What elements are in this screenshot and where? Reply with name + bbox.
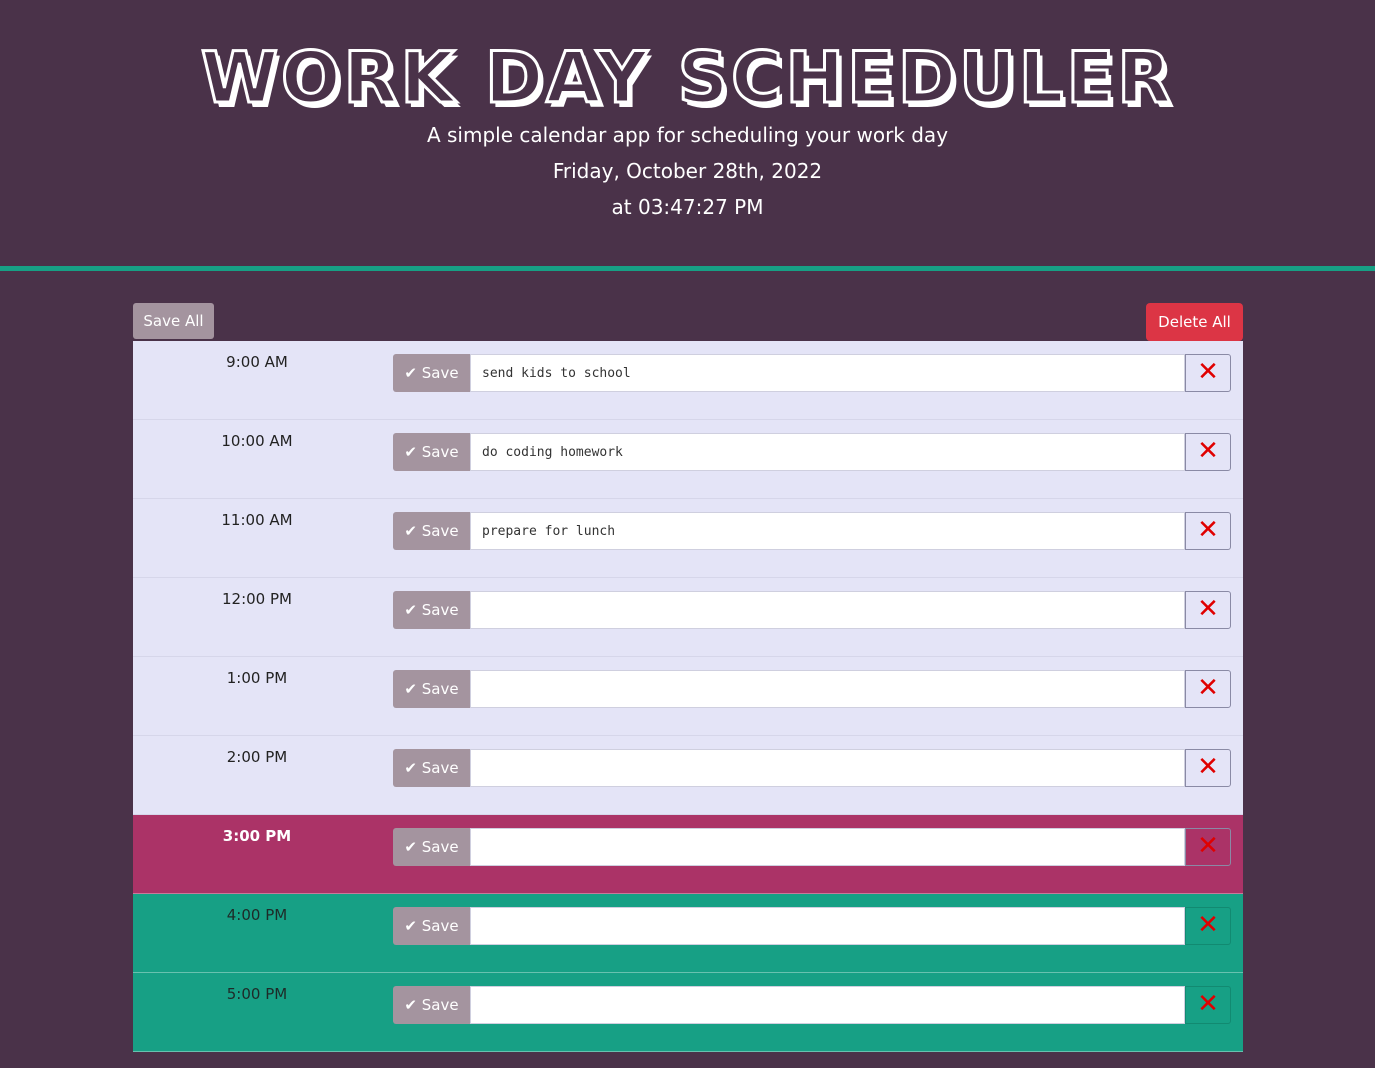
time-block-row: 5:00 PM ✔ Save ✕: [133, 973, 1243, 1052]
page-title: WORK DAY SCHEDULER: [0, 36, 1375, 121]
hour-label: 12:00 PM: [222, 590, 292, 608]
save-button[interactable]: ✔ Save: [393, 907, 470, 945]
hour-label: 1:00 PM: [226, 669, 288, 687]
time-block-row: 9:00 AM ✔ Save ✕: [133, 341, 1243, 420]
time-block-row: 10:00 AM ✔ Save ✕: [133, 420, 1243, 499]
delete-icon[interactable]: ✕: [1185, 433, 1231, 471]
page-header: WORK DAY SCHEDULER A simple calendar app…: [0, 0, 1375, 271]
task-input[interactable]: [470, 591, 1185, 629]
delete-icon[interactable]: ✕: [1185, 828, 1231, 866]
delete-icon[interactable]: ✕: [1185, 591, 1231, 629]
hour-label: 9:00 AM: [226, 353, 288, 371]
delete-all-button[interactable]: Delete All: [1146, 303, 1243, 341]
time-block-row: 4:00 PM ✔ Save ✕: [133, 894, 1243, 973]
delete-icon[interactable]: ✕: [1185, 512, 1231, 550]
save-button[interactable]: ✔ Save: [393, 512, 470, 550]
time-block-row: 11:00 AM ✔ Save ✕: [133, 499, 1243, 578]
hour-label: 3:00 PM: [222, 827, 292, 845]
task-input[interactable]: [470, 986, 1185, 1024]
hour-label: 11:00 AM: [221, 511, 293, 529]
current-time: at 03:47:27 PM: [611, 195, 764, 219]
task-input[interactable]: [470, 433, 1185, 471]
save-all-button[interactable]: Save All: [133, 303, 214, 339]
hour-label: 5:00 PM: [226, 985, 288, 1003]
delete-icon[interactable]: ✕: [1185, 986, 1231, 1024]
save-button[interactable]: ✔ Save: [393, 433, 470, 471]
task-input[interactable]: [470, 512, 1185, 550]
task-input[interactable]: [470, 907, 1185, 945]
time-block-row: 3:00 PM ✔ Save ✕: [133, 815, 1243, 894]
page-subtitle: A simple calendar app for scheduling you…: [426, 123, 949, 147]
schedule: 9:00 AM ✔ Save ✕ 10:00 AM ✔ Save ✕ 11:00…: [133, 341, 1243, 1052]
delete-icon[interactable]: ✕: [1185, 907, 1231, 945]
current-date: Friday, October 28th, 2022: [552, 159, 823, 183]
save-button[interactable]: ✔ Save: [393, 670, 470, 708]
page-title-text: WORK DAY SCHEDULER: [199, 36, 1175, 121]
save-button[interactable]: ✔ Save: [393, 749, 470, 787]
save-button[interactable]: ✔ Save: [393, 591, 470, 629]
hour-label: 4:00 PM: [226, 906, 288, 924]
delete-icon[interactable]: ✕: [1185, 354, 1231, 392]
hour-label: 2:00 PM: [226, 748, 288, 766]
task-input[interactable]: [470, 749, 1185, 787]
save-button[interactable]: ✔ Save: [393, 986, 470, 1024]
hour-label: 10:00 AM: [221, 432, 293, 450]
task-input[interactable]: [470, 670, 1185, 708]
delete-icon[interactable]: ✕: [1185, 749, 1231, 787]
time-block-row: 1:00 PM ✔ Save ✕: [133, 657, 1243, 736]
time-block-row: 12:00 PM ✔ Save ✕: [133, 578, 1243, 657]
time-block-row: 2:00 PM ✔ Save ✕: [133, 736, 1243, 815]
task-input[interactable]: [470, 828, 1185, 866]
task-input[interactable]: [470, 354, 1185, 392]
save-button[interactable]: ✔ Save: [393, 354, 470, 392]
delete-icon[interactable]: ✕: [1185, 670, 1231, 708]
save-button[interactable]: ✔ Save: [393, 828, 470, 866]
toolbar: Save All Delete All: [133, 303, 1243, 341]
